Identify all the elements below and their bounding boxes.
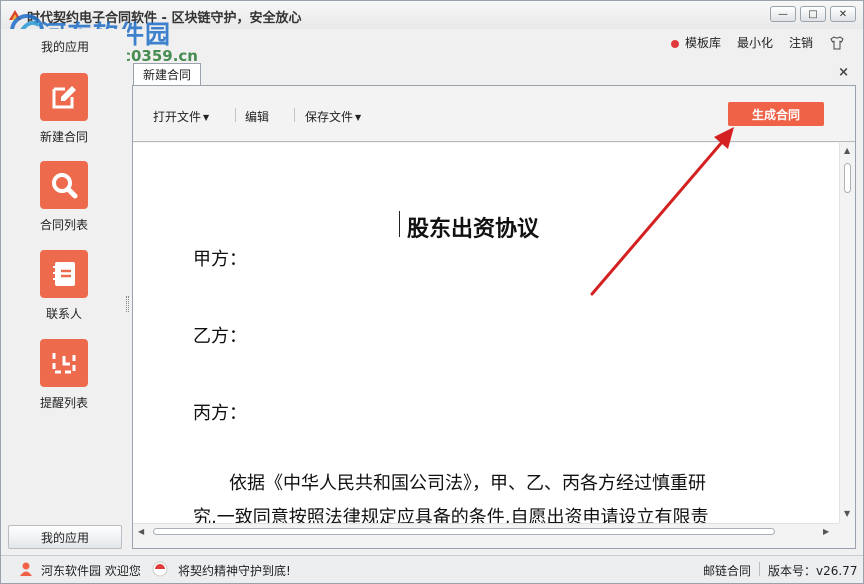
scroll-right-icon[interactable]: ▶ (823, 527, 829, 536)
notebook-icon (40, 250, 88, 298)
sidebar-item-label: 联系人 (45, 307, 82, 321)
body-paragraph-text: 依据《中华人民共和国公司法》，甲、乙、丙各方经过慎重研 (229, 473, 706, 494)
scroll-left-icon[interactable]: ◀ (138, 527, 144, 536)
skin-shirt-icon[interactable] (829, 35, 845, 51)
sidebar-item-contacts[interactable]: 联系人 (19, 250, 109, 322)
horizontal-scroll-thumb[interactable] (153, 528, 775, 535)
editor-panel: 打开文件 ▼ 编辑 保存文件 ▼ 生成合同 股东出资协议 甲方： 乙方： 丙方： 依… (132, 85, 856, 549)
sidebar-item-label: 提醒列表 (39, 396, 88, 410)
template-library-link[interactable]: 模板库 (670, 34, 721, 51)
scroll-up-icon[interactable]: ▲ (844, 146, 850, 155)
chain-contract-text: 邮链合同 (703, 564, 752, 578)
minimize-link[interactable]: 最小化 (737, 34, 773, 51)
status-dot-icon (670, 39, 679, 48)
sidebar: 我的应用 新建合同 合同列表 联系人 提醒列表 我的应用 (1, 29, 127, 555)
slogan-text: 将契约精神守护到底! (178, 564, 291, 578)
brand-badge-icon (152, 561, 168, 577)
maximize-window-button[interactable]: □ (800, 6, 826, 22)
window-title: 时代契约电子合同软件 - 区块链守护，安全放心 (27, 11, 302, 26)
my-apps-button[interactable]: 我的应用 (8, 525, 122, 549)
edit-icon (40, 73, 88, 121)
document-editor[interactable]: 股东出资协议 甲方： 乙方： 丙方： 依据《中华人民共和国公司法》，甲、乙、丙各… (133, 143, 839, 523)
sidebar-item-contract-list[interactable]: 合同列表 (19, 161, 109, 233)
status-divider (759, 562, 760, 576)
party-a-line: 甲方： (193, 249, 247, 270)
chevron-down-icon: ▼ (203, 113, 210, 122)
save-file-menu[interactable]: 保存文件 ▼ (305, 108, 361, 125)
text-cursor (399, 211, 400, 237)
sidebar-item-new-contract[interactable]: 新建合同 (19, 73, 109, 145)
app-logo-icon (9, 10, 21, 20)
close-tab-icon[interactable]: × (838, 65, 849, 80)
scroll-down-icon[interactable]: ▼ (844, 509, 850, 518)
app-window: 时代契约电子合同软件 - 区块链守护，安全放心 — □ ✕ 河东软件园 www.… (0, 0, 864, 584)
save-file-label: 保存文件 (305, 110, 354, 124)
body-paragraph-line-1: 依据《中华人民共和国公司法》，甲、乙、丙各方经过慎重研 (193, 467, 753, 501)
sidebar-item-label: 合同列表 (39, 218, 88, 232)
top-links: 模板库 最小化 注销 (670, 34, 845, 51)
tab-new-contract[interactable]: 新建合同 (133, 63, 201, 85)
toolbar-divider (235, 108, 236, 122)
minimize-window-button[interactable]: — (770, 6, 796, 22)
editor-toolbar: 打开文件 ▼ 编辑 保存文件 ▼ 生成合同 (133, 86, 855, 142)
welcome-text: 河东软件园 欢迎您 (41, 564, 141, 578)
version-text: 版本号：v26.77 (768, 564, 858, 578)
generate-contract-button[interactable]: 生成合同 (728, 102, 824, 126)
open-file-menu[interactable]: 打开文件 ▼ (153, 108, 209, 125)
chevron-down-icon: ▼ (355, 113, 362, 122)
body-paragraph-line-2: 究,一致同意按照法律规定应具备的条件,自愿出资申请设立有限责 (193, 507, 709, 523)
open-file-label: 打开文件 (153, 110, 202, 124)
toolbar-divider (294, 108, 295, 122)
sidebar-splitter[interactable] (126, 296, 129, 312)
clock-icon (40, 339, 88, 387)
user-icon (20, 562, 32, 576)
sidebar-item-label: 新建合同 (39, 130, 88, 144)
template-library-label: 模板库 (684, 36, 721, 50)
party-c-line: 丙方： (193, 403, 247, 424)
edit-button[interactable]: 编辑 (245, 108, 269, 125)
search-icon (40, 161, 88, 209)
logout-link[interactable]: 注销 (789, 34, 813, 51)
vertical-scroll-thumb[interactable] (844, 163, 851, 193)
vertical-scrollbar[interactable]: ▲ ▼ (839, 143, 855, 523)
title-bar[interactable]: 时代契约电子合同软件 - 区块链守护，安全放心 — □ ✕ (1, 1, 863, 29)
sidebar-item-reminders[interactable]: 提醒列表 (19, 339, 109, 411)
horizontal-scrollbar[interactable]: ◀ ▶ (133, 523, 839, 539)
party-b-line: 乙方： (193, 326, 247, 347)
sidebar-header: 我的应用 (41, 40, 90, 54)
status-bar: 河东软件园 欢迎您 将契约精神守护到底! 邮链合同 版本号：v26.77 (1, 555, 863, 583)
document-title: 股东出资协议 (406, 216, 539, 242)
close-window-button[interactable]: ✕ (830, 6, 856, 22)
